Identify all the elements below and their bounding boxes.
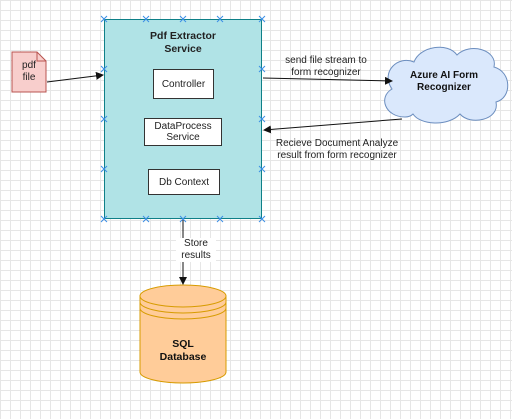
handle-top-1[interactable] <box>142 15 150 23</box>
dataprocess-service-box[interactable]: DataProcess Service <box>144 118 222 146</box>
handle-bottom-1[interactable] <box>142 215 150 223</box>
handle-top-right[interactable] <box>258 15 266 23</box>
handle-top-left[interactable] <box>100 15 108 23</box>
service-title-line2: Service <box>164 43 202 55</box>
handle-top-3[interactable] <box>216 15 224 23</box>
edge-label-receive-line2: result from form recognizer <box>277 150 397 161</box>
handle-right-1[interactable] <box>258 65 266 73</box>
db-context-label: Db Context <box>158 176 210 188</box>
controller-box[interactable]: Controller <box>153 69 214 99</box>
handle-top-2[interactable] <box>179 15 187 23</box>
handle-bottom-2[interactable] <box>179 215 187 223</box>
cloud-label-line2: Recognizer <box>417 82 471 93</box>
selection-handles <box>100 15 266 223</box>
db-label-line2: Database <box>159 351 207 363</box>
handle-right-3[interactable] <box>258 165 266 173</box>
handle-bottom-right[interactable] <box>258 215 266 223</box>
edge-label-receive-line1: Recieve Document Analyze <box>275 138 399 149</box>
sql-database-label: SQL Database <box>140 338 226 364</box>
handle-left-3[interactable] <box>100 165 108 173</box>
edge-label-send: send file stream to form recognizer <box>270 55 382 79</box>
handle-left-1[interactable] <box>100 65 108 73</box>
dataprocess-label-line2: Service <box>166 132 200 143</box>
azure-form-recognizer-label: Azure AI Form Recognizer <box>388 70 500 94</box>
handle-left-2[interactable] <box>100 115 108 123</box>
pdf-file-label-line1: pdf <box>22 60 36 71</box>
edge-label-store-line1: Store <box>184 238 208 249</box>
handle-right-2[interactable] <box>258 115 266 123</box>
db-label-line1: SQL <box>172 338 194 350</box>
controller-label: Controller <box>161 78 206 90</box>
edge-label-send-line2: form recognizer <box>291 67 361 78</box>
cloud-label-line1: Azure AI Form <box>410 70 478 81</box>
handle-bottom-left[interactable] <box>100 215 108 223</box>
dataprocess-label-line1: DataProcess <box>154 121 212 132</box>
edge-label-store: Store results <box>176 238 216 262</box>
pdf-file-label: pdf file <box>14 60 44 84</box>
edge-label-store-line2: results <box>181 250 211 261</box>
pdf-file-label-line2: file <box>22 72 36 83</box>
edge-label-receive: Recieve Document Analyze result from for… <box>266 138 408 162</box>
service-title-line1: Pdf Extractor <box>150 30 216 42</box>
handle-bottom-3[interactable] <box>216 215 224 223</box>
edge-label-send-line1: send file stream to <box>285 55 367 66</box>
db-context-box[interactable]: Db Context <box>148 169 220 195</box>
service-title: Pdf Extractor Service <box>104 30 262 56</box>
